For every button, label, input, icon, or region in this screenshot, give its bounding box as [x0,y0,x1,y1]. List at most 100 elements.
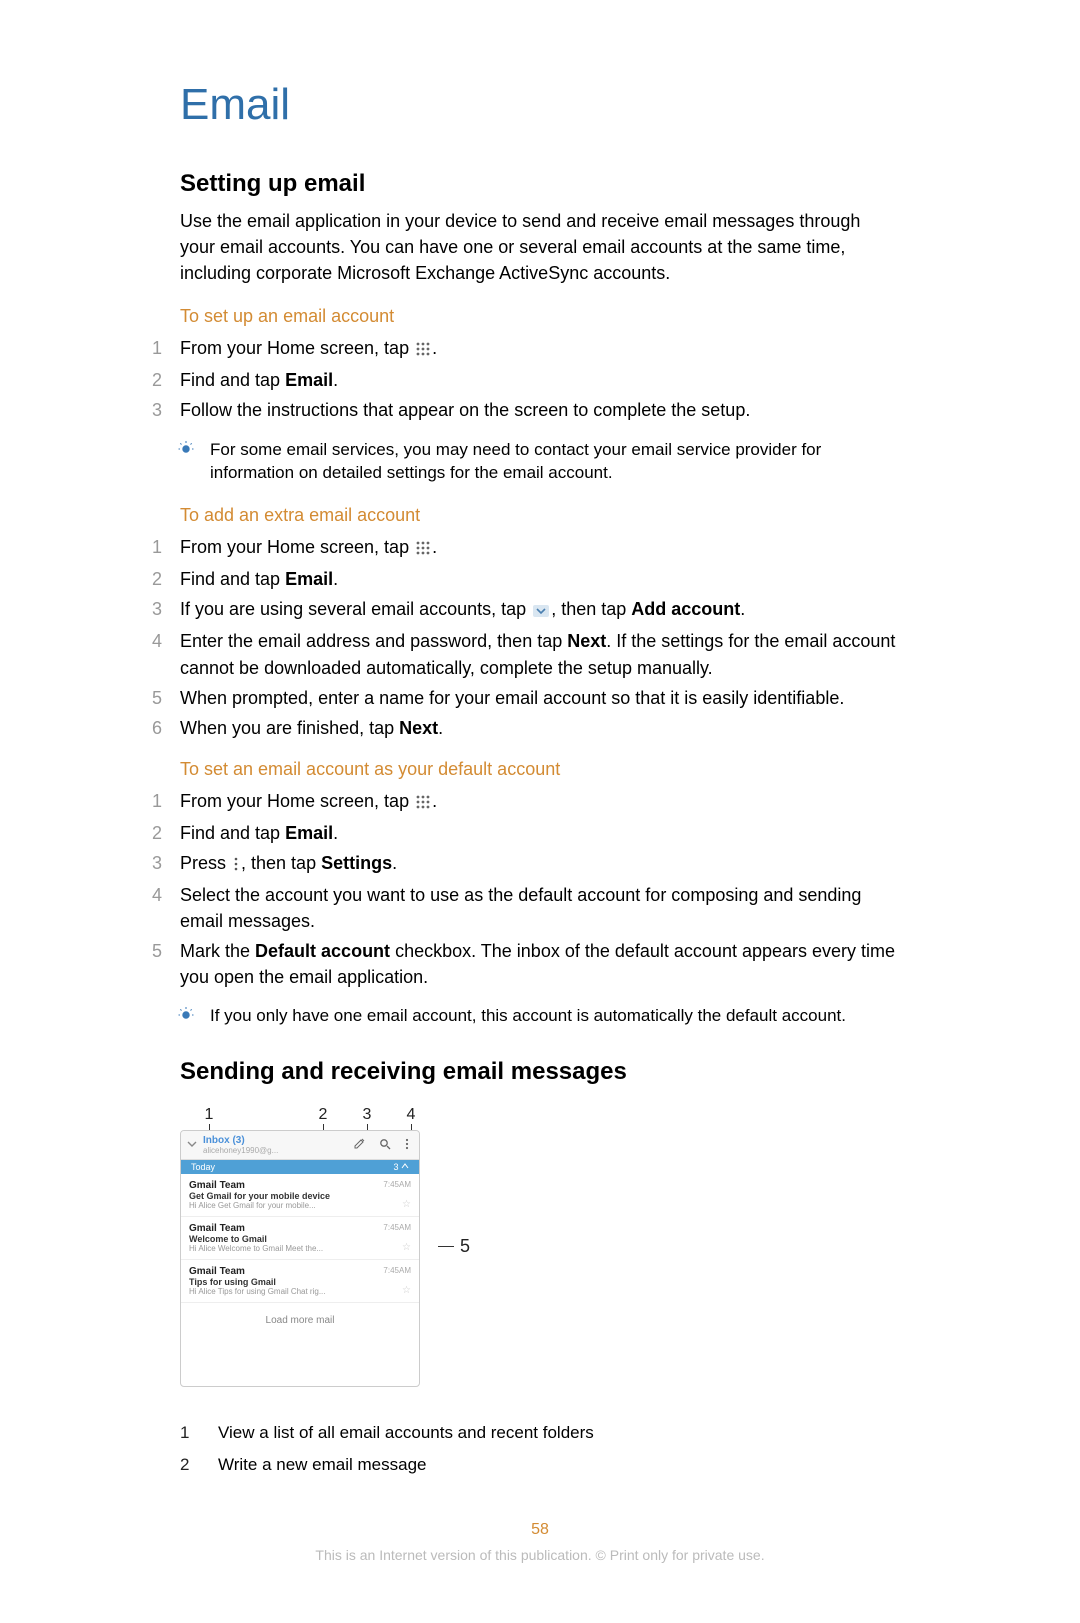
page: Email Setting up email Use the email app… [0,0,1080,1623]
sub-heading-default-account: To set an email account as your default … [180,759,900,780]
step-text: Press [180,853,231,873]
step-bold: Next [567,631,606,651]
step-text: Find and tap [180,823,285,843]
overflow-menu-icon [401,1138,413,1153]
step-text: . [740,599,745,619]
mail-item: Gmail Team Tips for using Gmail Hi Alice… [181,1260,419,1303]
email-screenshot-figure: 1 2 3 4 Inbox (3) alicehoney1990@g... [180,1106,900,1387]
step: Mark the Default account checkbox. The i… [152,938,900,990]
legend-row: 2 Write a new email message [180,1449,608,1481]
tip-text: For some email services, you may need to… [210,440,821,483]
today-label: Today [191,1162,215,1172]
inbox-title-block: Inbox (3) alicehoney1990@g... [203,1135,278,1155]
callout-2: 2 [316,1106,330,1124]
step-text: Find and tap [180,569,285,589]
load-more-label: Load more mail [181,1303,419,1386]
step-text: From your Home screen, tap [180,791,414,811]
step-text: , then tap [551,599,631,619]
footer-note: This is an Internet version of this publ… [180,1547,900,1563]
app-grid-icon [416,337,430,363]
step-text: . [333,823,338,843]
step-bold: Email [285,569,333,589]
mail-item: Gmail Team Get Gmail for your mobile dev… [181,1174,419,1217]
steps-setup-account: From your Home screen, tap . Find and ta… [180,335,900,423]
inbox-dropdown-icon [187,1139,197,1152]
count-text: 3 [393,1162,401,1172]
step: Enter the email address and password, th… [152,628,900,680]
page-title: Email [180,80,900,130]
step: From your Home screen, tap . [152,788,900,816]
step-text: . [432,537,437,557]
step: Find and tap Email. [152,566,900,592]
step: Find and tap Email. [152,820,900,846]
mail-time: 7:45AM [383,1266,411,1275]
inbox-label: Inbox (3) [203,1135,245,1146]
step-text: From your Home screen, tap [180,537,414,557]
legend-row: 1 View a list of all email accounts and … [180,1417,608,1449]
step-bold: Add account [631,599,740,619]
step-text: Mark the [180,941,255,961]
inbox-topbar: Inbox (3) alicehoney1990@g... [181,1131,419,1160]
step-text: Enter the email address and password, th… [180,631,567,651]
mail-preview: Hi Alice Welcome to Gmail Meet the... [189,1244,411,1253]
legend-text: View a list of all email accounts and re… [218,1417,608,1449]
tip-icon [178,1004,194,1029]
legend-text: Write a new email message [218,1449,608,1481]
callout-3: 3 [360,1106,374,1124]
step-text: , then tap [241,853,321,873]
phone-column: 1 2 3 4 Inbox (3) alicehoney1990@g... [180,1106,428,1387]
callouts-top: 1 2 3 4 [180,1106,428,1130]
tip-block: For some email services, you may need to… [180,438,900,486]
inbox-account-email: alicehoney1990@g... [203,1146,278,1155]
star-icon: ☆ [402,1199,411,1210]
star-icon: ☆ [402,1285,411,1296]
steps-add-account: From your Home screen, tap . Find and ta… [180,534,900,741]
step: Follow the instructions that appear on t… [152,397,900,423]
step-text: . [438,718,443,738]
phone-frame: Inbox (3) alicehoney1990@g... Tod [180,1130,420,1387]
step-text: . [432,338,437,358]
mail-item: Gmail Team Welcome to Gmail Hi Alice Wel… [181,1217,419,1260]
step-bold: Email [285,823,333,843]
mail-sender: Gmail Team [189,1180,411,1191]
overflow-menu-icon [233,852,239,878]
today-count: 3 [393,1162,409,1172]
mail-subject: Tips for using Gmail [189,1277,411,1287]
step-bold: Email [285,370,333,390]
step: From your Home screen, tap . [152,335,900,363]
step-text: From your Home screen, tap [180,338,414,358]
callout-1: 1 [202,1106,216,1124]
callout-5-label: 5 [460,1236,470,1257]
app-grid-icon [416,790,430,816]
page-number: 58 [180,1521,900,1539]
search-icon [375,1138,395,1153]
tip-icon [178,438,194,463]
step-text: . [333,370,338,390]
tip-text: If you only have one email account, this… [210,1006,846,1025]
step-bold: Settings [321,853,392,873]
mail-time: 7:45AM [383,1223,411,1232]
steps-default-account: From your Home screen, tap . Find and ta… [180,788,900,991]
mail-sender: Gmail Team [189,1223,411,1234]
legend-num: 1 [180,1417,218,1449]
step-text: . [392,853,397,873]
step-text: Find and tap [180,370,285,390]
section-heading-sending-receiving: Sending and receiving email messages [180,1058,900,1086]
step-text: . [432,791,437,811]
sub-heading-setup-account: To set up an email account [180,306,900,327]
chevron-down-icon [533,598,549,624]
step: When prompted, enter a name for your ema… [152,685,900,711]
callout-5: 5 [438,1236,470,1257]
compose-icon [349,1138,369,1153]
step: When you are finished, tap Next. [152,715,900,741]
step-bold: Default account [255,941,390,961]
step: Press , then tap Settings. [152,850,900,878]
mail-subject: Get Gmail for your mobile device [189,1191,411,1201]
step: From your Home screen, tap . [152,534,900,562]
mail-sender: Gmail Team [189,1266,411,1277]
step: If you are using several email accounts,… [152,596,900,624]
callout-4: 4 [404,1106,418,1124]
step: Select the account you want to use as th… [152,882,900,934]
mail-time: 7:45AM [383,1180,411,1189]
app-grid-icon [416,536,430,562]
